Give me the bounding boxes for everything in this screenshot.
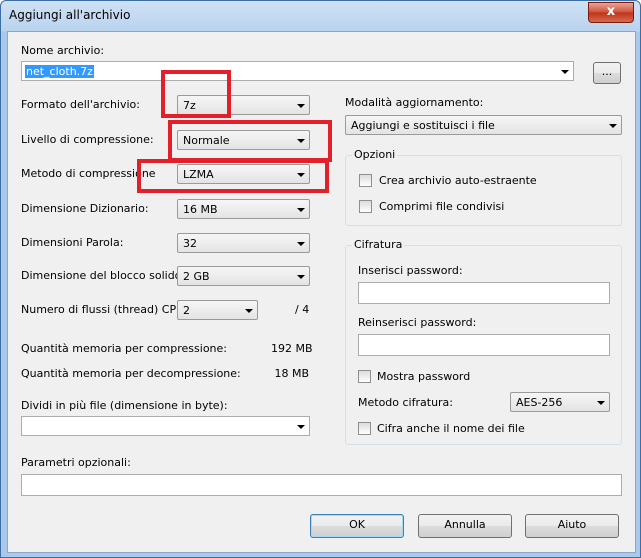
params-label: Parametri opzionali: [21,456,131,469]
encryption-method-value: AES-256 [516,396,563,409]
dict-label: Dimensione Dizionario: [21,202,149,215]
sfx-checkbox[interactable] [359,174,372,187]
threads-label: Numero di flussi (thread) CPU: [21,303,188,316]
word-label: Dimensioni Parola: [21,236,124,249]
chevron-down-icon [597,401,605,405]
threads-value: 2 [183,304,190,317]
annotation-box-format [161,70,231,118]
format-label: Formato dell'archivio: [21,98,140,111]
password-confirm-label: Reinserisci password: [358,316,477,329]
password-confirm-input[interactable] [358,334,610,356]
chevron-down-icon [297,242,305,246]
split-combo[interactable] [21,416,310,436]
help-button[interactable]: Aiuto [525,514,619,538]
password-label: Inserisci password: [358,264,463,277]
method-label: Metodo di compressione [21,167,156,180]
chevron-down-icon [297,208,305,212]
archive-name-label: Nome archivio: [21,44,105,57]
update-value: Aggiungi e sostituisci i file [351,119,495,132]
encryption-title: Cifratura [352,238,405,251]
ok-button[interactable]: OK [310,514,404,538]
dict-value: 16 MB [183,203,218,216]
update-label: Modalità aggiornamento: [345,96,484,109]
archive-name-combo[interactable]: net_cloth.7z [21,61,574,81]
mem-decomp-value: 18 MB [274,367,309,380]
update-select[interactable]: Aggiungi e sostituisci i file [345,115,622,135]
encryption-method-select[interactable]: AES-256 [510,392,610,412]
level-label: Livello di compressione: [21,133,154,146]
chevron-down-icon[interactable] [561,70,569,74]
show-password-checkbox[interactable] [358,370,371,383]
chevron-down-icon [297,104,305,108]
encrypt-names-label[interactable]: Cifra anche il nome dei file [377,422,525,435]
split-label: Dividi in più file (dimensione in byte): [21,399,228,412]
solid-label: Dimensione del blocco solido: [21,269,186,282]
dict-select[interactable]: 16 MB [177,199,310,219]
encryption-method-label: Metodo cifratura: [358,396,454,409]
chevron-down-icon [609,124,617,128]
solid-select[interactable]: 2 GB [177,266,310,286]
shared-label[interactable]: Comprimi file condivisi [379,200,504,213]
params-input[interactable] [21,474,622,496]
dialog-window: Aggiungi all'archivio x Nome archivio: n… [0,0,641,558]
mem-comp-value: 192 MB [271,342,313,355]
threads-select[interactable]: 2 [177,300,258,320]
word-select[interactable]: 32 [177,233,310,253]
options-group: Opzioni Crea archivio auto-estraente Com… [345,148,622,226]
dialog-client: Nome archivio: net_cloth.7z ... Formato … [7,31,636,553]
options-title: Opzioni [352,148,398,161]
encryption-group: Cifratura Inserisci password: Reinserisc… [345,238,622,445]
shared-checkbox[interactable] [359,200,372,213]
close-button[interactable]: x [588,2,634,23]
annotation-box-method [137,159,329,193]
chevron-down-icon [297,275,305,279]
show-password-label[interactable]: Mostra password [377,370,470,383]
title-bar[interactable]: Aggiungi all'archivio x [1,1,640,31]
threads-max: / 4 [295,303,310,316]
window-title: Aggiungi all'archivio [9,8,131,22]
chevron-down-icon [245,309,253,313]
solid-value: 2 GB [183,270,210,283]
word-value: 32 [183,237,197,250]
chevron-down-icon[interactable] [297,425,305,429]
encrypt-names-checkbox[interactable] [358,422,371,435]
password-input[interactable] [358,282,610,304]
sfx-label[interactable]: Crea archivio auto-estraente [379,174,537,187]
cancel-button[interactable]: Annulla [418,514,512,538]
browse-button[interactable]: ... [593,62,621,84]
annotation-box-level [168,120,332,162]
archive-name-value[interactable]: net_cloth.7z [25,65,94,78]
mem-decomp-label: Quantità memoria per decompressione: [21,367,241,380]
mem-comp-label: Quantità memoria per compressione: [21,342,227,355]
